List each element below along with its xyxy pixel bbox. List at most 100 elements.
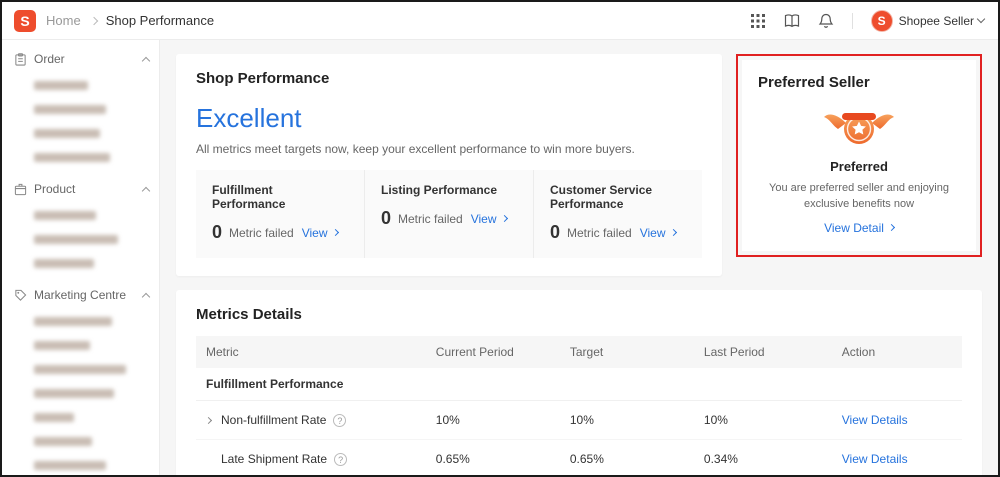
summary-label: Customer Service Performance <box>550 183 653 211</box>
view-detail-label: View Detail <box>824 220 884 235</box>
summary-customer-service: Customer Service Performance 0 Metric fa… <box>533 170 702 258</box>
sidebar-item-redacted[interactable] <box>34 437 92 446</box>
failed-text: Metric failed <box>229 225 294 240</box>
summary-label: Fulfillment Performance <box>212 183 286 211</box>
apps-grid-icon[interactable] <box>750 13 766 29</box>
metric-current: 10% <box>425 400 560 440</box>
preferred-seller-card: Preferred Seller Preferred You are prefe… <box>742 60 976 251</box>
help-icon[interactable] <box>333 413 347 427</box>
performance-summary-strip: Fulfillment Performance 0 Metric failed … <box>196 170 702 258</box>
chevron-right-icon <box>887 224 895 232</box>
chevron-up-icon <box>141 186 151 195</box>
sidebar-section-product-header[interactable]: Product <box>14 182 151 196</box>
failed-count: 0 <box>381 208 392 228</box>
breadcrumb-home[interactable]: Home <box>46 13 81 28</box>
sidebar: Order Product Marketing Centre <box>2 40 160 475</box>
help-icon[interactable] <box>334 452 348 466</box>
shop-performance-title: Shop Performance <box>196 70 330 87</box>
performance-rating: Excellent <box>196 103 302 133</box>
sidebar-item-redacted[interactable] <box>34 389 114 398</box>
sidebar-section-marketing-header[interactable]: Marketing Centre <box>14 288 151 302</box>
sidebar-item-redacted[interactable] <box>34 317 112 326</box>
metric-current: 0.65% <box>425 439 560 475</box>
chevron-up-icon <box>141 56 151 65</box>
col-target: Target <box>559 336 694 368</box>
section-label: Fulfillment Performance <box>196 368 962 401</box>
summary-label: Listing Performance <box>381 183 498 197</box>
view-link-label: View <box>470 211 497 226</box>
view-details-link[interactable]: View Details <box>842 413 908 427</box>
summary-listing: Listing Performance 0 Metric failed View <box>364 170 533 258</box>
sidebar-item-redacted[interactable] <box>34 105 106 114</box>
metrics-table: Metric Current Period Target Last Period… <box>196 336 962 475</box>
expand-chevron-icon[interactable] <box>204 416 213 424</box>
sidebar-item-redacted[interactable] <box>34 235 118 244</box>
view-link[interactable]: View <box>639 225 677 240</box>
red-annotation-box: Preferred Seller Preferred You are prefe… <box>736 54 982 257</box>
chevron-right-icon <box>500 214 508 223</box>
col-current-period: Current Period <box>425 336 560 368</box>
sidebar-item-redacted[interactable] <box>34 461 106 470</box>
table-section-row: Fulfillment Performance <box>196 368 962 401</box>
preferred-seller-badge-icon <box>824 113 894 144</box>
metric-target: 10% <box>559 400 694 440</box>
col-metric: Metric <box>196 336 426 368</box>
view-detail-link[interactable]: View Detail <box>758 221 960 235</box>
view-details-link[interactable]: View Details <box>842 452 908 466</box>
view-link[interactable]: View <box>470 211 508 226</box>
table-header-row: Metric Current Period Target Last Period… <box>196 336 962 368</box>
metrics-details-card: Metrics Details Metric Current Period Ta… <box>176 290 982 475</box>
app-window: S Home Shop Performance S Shopee Seller … <box>0 0 1000 477</box>
sidebar-item-redacted[interactable] <box>34 129 100 138</box>
sidebar-item-redacted[interactable] <box>34 341 90 350</box>
failed-count: 0 <box>212 222 223 242</box>
sidebar-section-label: Order <box>34 52 65 66</box>
sidebar-item-redacted[interactable] <box>34 259 94 268</box>
sidebar-section-order-header[interactable]: Order <box>14 52 151 66</box>
failed-text: Metric failed <box>398 211 463 226</box>
shop-performance-card: Shop Performance Excellent All metrics m… <box>176 54 722 276</box>
marketing-tag-icon <box>15 289 27 301</box>
chevron-down-icon <box>976 14 986 24</box>
performance-description: All metrics meet targets now, keep your … <box>196 142 635 156</box>
breadcrumb-current: Shop Performance <box>105 13 215 28</box>
view-link-label: View <box>301 225 328 240</box>
metrics-details-title: Metrics Details <box>196 306 302 323</box>
breadcrumb-separator-icon <box>89 16 98 25</box>
metric-name: Late Shipment Rate <box>221 452 328 466</box>
sidebar-item-redacted[interactable] <box>34 211 96 220</box>
sidebar-item-redacted[interactable] <box>34 81 88 90</box>
seller-name: Shopee Seller <box>898 13 974 28</box>
failed-text: Metric failed <box>567 225 632 240</box>
sidebar-section-marketing: Marketing Centre <box>14 288 151 470</box>
col-action: Action <box>831 336 962 368</box>
sidebar-section-label: Product <box>34 182 76 196</box>
metric-target: 0.65% <box>559 439 694 475</box>
table-row: Non-fulfillment Rate 10% 10% 10% View De… <box>196 400 962 440</box>
view-link-label: View <box>639 225 666 240</box>
order-clipboard-icon <box>15 52 26 66</box>
preferred-seller-title: Preferred Seller <box>758 74 870 91</box>
topbar-divider <box>851 12 853 29</box>
sidebar-item-redacted[interactable] <box>34 365 126 374</box>
metric-name: Non-fulfillment Rate <box>221 413 327 427</box>
seller-account-menu[interactable]: S Shopee Seller <box>870 9 986 32</box>
sidebar-item-redacted[interactable] <box>34 413 74 422</box>
preferred-seller-description: You are preferred seller and enjoying ex… <box>769 182 949 210</box>
main-content: Shop Performance Excellent All metrics m… <box>160 40 998 475</box>
sidebar-section-order: Order <box>14 52 151 162</box>
metric-last: 0.34% <box>693 439 832 475</box>
summary-fulfillment: Fulfillment Performance 0 Metric failed … <box>196 170 364 258</box>
shopee-logo[interactable]: S <box>14 9 36 32</box>
table-row: Late Shipment Rate 0.65% 0.65% 0.34% Vie… <box>196 439 962 475</box>
topbar: S Home Shop Performance S Shopee Seller <box>2 2 998 40</box>
failed-count: 0 <box>550 222 561 242</box>
chevron-right-icon <box>331 228 339 237</box>
sidebar-item-redacted[interactable] <box>34 153 110 162</box>
learning-book-icon[interactable] <box>784 13 800 29</box>
view-link[interactable]: View <box>301 225 339 240</box>
notification-bell-icon[interactable] <box>818 13 834 29</box>
chevron-up-icon <box>141 292 151 301</box>
chevron-right-icon <box>669 228 677 237</box>
col-last-period: Last Period <box>693 336 832 368</box>
